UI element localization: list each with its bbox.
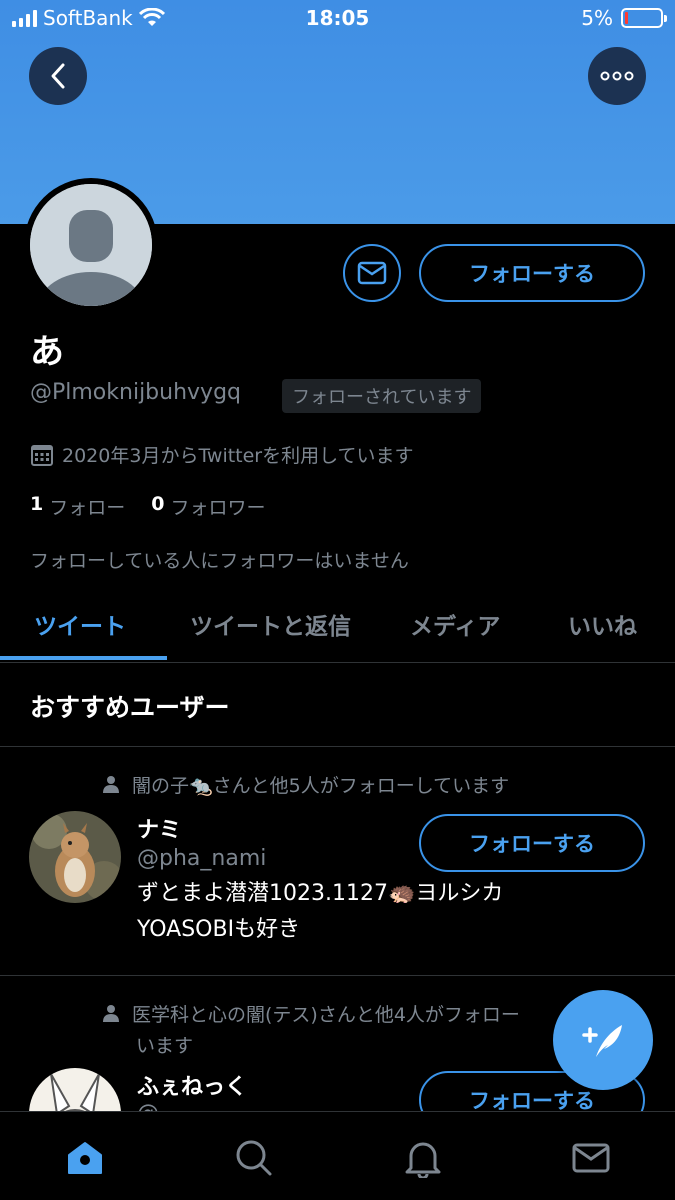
search-icon: [236, 1140, 272, 1176]
following-label[interactable]: フォロー: [49, 493, 125, 520]
user-handle: @pha_nami: [137, 846, 267, 871]
status-time: 18:05: [305, 6, 370, 30]
social-context: 医学科と心の闇(テス)さんと他4人がフォロー います: [102, 1000, 520, 1058]
followers-count[interactable]: 0: [151, 493, 164, 520]
follow-user-button[interactable]: フォローする: [419, 814, 645, 872]
back-button[interactable]: [29, 47, 87, 105]
mail-icon: [572, 1143, 610, 1173]
calendar-icon: [31, 444, 53, 466]
social-context-text: 闇の子🐀さんと他5人がフォローしています: [132, 775, 510, 797]
social-context-text: います: [136, 1035, 194, 1057]
profile-handle: @Plmoknijbuhvygq: [30, 380, 241, 405]
joined-text: 2020年3月からTwitterを利用しています: [62, 445, 414, 467]
user-name[interactable]: ナミ: [137, 812, 181, 844]
section-title: おすすめユーザー: [30, 693, 230, 722]
home-icon: [68, 1142, 102, 1174]
user-bio-line: YOASOBIも好き: [137, 917, 301, 942]
user-bio-line: ずとまよ潜潜1023.1127🦔ヨルシカ: [137, 881, 504, 906]
profile-name: あ: [30, 332, 64, 372]
person-icon: [103, 776, 119, 793]
nav-home[interactable]: [63, 1136, 107, 1180]
battery-percent: 5%: [581, 6, 613, 30]
compose-tweet-icon: [582, 1025, 622, 1057]
followers-note: フォローしている人にフォロワーはいません: [30, 550, 409, 572]
squirrel-photo: [29, 811, 121, 903]
nav-messages[interactable]: [569, 1136, 613, 1180]
more-options-button[interactable]: [588, 47, 646, 105]
social-context: 闇の子🐀さんと他5人がフォローしています: [102, 771, 509, 798]
battery-icon: [621, 8, 667, 28]
avatar: [30, 184, 152, 306]
chevron-left-icon: [51, 63, 65, 89]
user-avatar[interactable]: [29, 811, 121, 903]
follow-counts: 1 フォロー 0 フォロワー: [30, 493, 266, 520]
profile-avatar-frame[interactable]: [24, 178, 158, 312]
battery-group: 5%: [581, 6, 667, 30]
divider: [0, 975, 675, 976]
joined-date: 2020年3月からTwitterを利用しています: [30, 441, 414, 468]
tab-tweets[interactable]: ツイート: [34, 607, 126, 641]
default-avatar-icon: [30, 184, 152, 306]
active-tab-indicator: [0, 656, 167, 660]
profile-tabs: ツイート ツイートと返信 メディア いいね: [0, 597, 675, 663]
tab-tweets-replies[interactable]: ツイートと返信: [190, 607, 351, 641]
followers-label[interactable]: フォロワー: [170, 493, 265, 520]
following-count[interactable]: 1: [30, 493, 43, 520]
person-icon: [103, 1005, 119, 1022]
nav-notifications[interactable]: [401, 1136, 445, 1180]
message-button[interactable]: [343, 244, 401, 302]
ellipsis-icon: [600, 71, 634, 81]
tab-likes[interactable]: いいね: [568, 607, 637, 641]
social-context-text: 医学科と心の闇(テス)さんと他4人がフォロー: [132, 1004, 520, 1026]
divider: [0, 746, 675, 747]
follow-button[interactable]: フォローする: [419, 244, 645, 302]
status-bar: SoftBank 18:05 5%: [0, 0, 675, 38]
follows-you-badge: フォローされています: [282, 379, 482, 413]
nav-search[interactable]: [232, 1136, 276, 1180]
bottom-navigation: [0, 1111, 675, 1200]
tab-media[interactable]: メディア: [410, 607, 500, 641]
envelope-icon: [357, 261, 387, 285]
compose-tweet-button[interactable]: [553, 990, 653, 1090]
bell-icon: [405, 1142, 441, 1178]
user-name[interactable]: ふぇねっく: [137, 1069, 247, 1101]
